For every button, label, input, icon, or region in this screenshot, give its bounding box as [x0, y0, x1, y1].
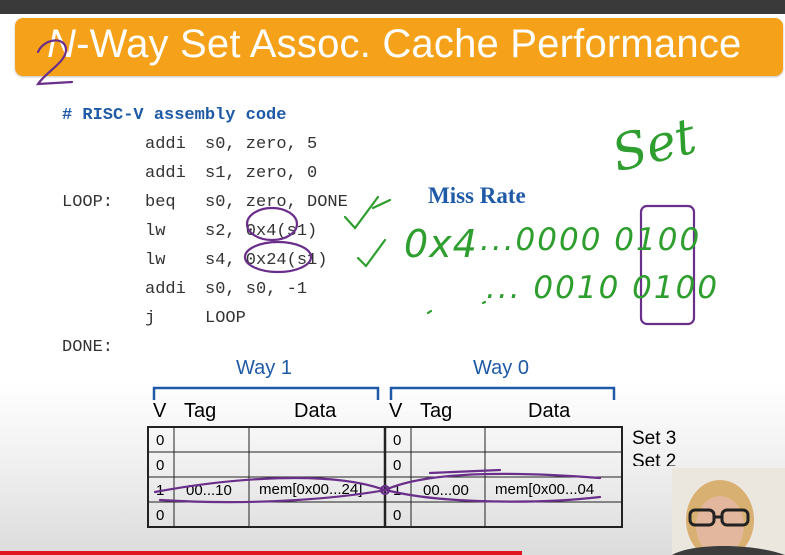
circle-0x24 [243, 240, 313, 274]
presenter-image [672, 468, 785, 555]
ink-dots [426, 300, 487, 315]
row-underline [153, 472, 602, 494]
handwritten-two [35, 39, 74, 86]
handwritten-bits-2: ... 0010 0100 [486, 270, 720, 306]
check-mark-1 [343, 195, 380, 230]
tag-stroke [428, 468, 502, 475]
handwritten-bits-1: ...0000 0100 [480, 222, 702, 258]
row-underline-2 [158, 488, 602, 504]
presenter-webcam [672, 468, 785, 555]
circle-0x4 [245, 206, 299, 242]
handwritten-0x4: 0x4 [404, 222, 478, 266]
check-mark-2 [356, 238, 387, 268]
video-progress-bar[interactable] [0, 551, 522, 555]
